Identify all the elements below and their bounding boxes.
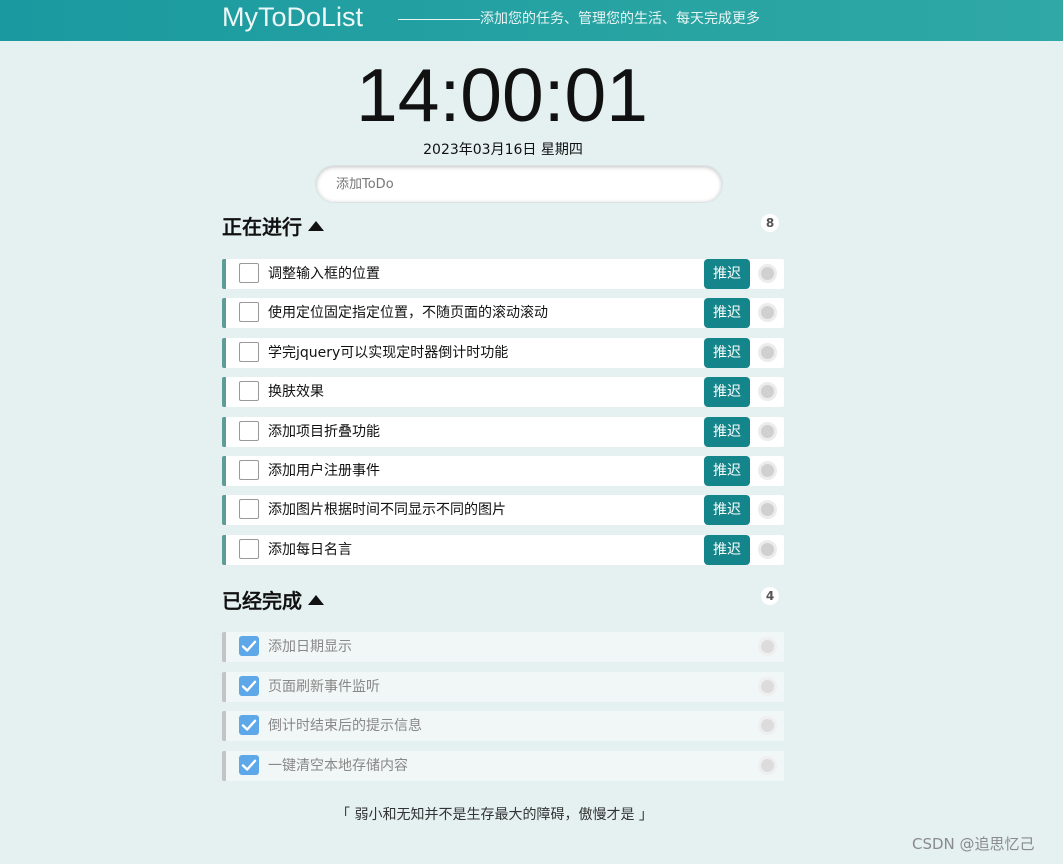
- todo-text[interactable]: 添加图片根据时间不同显示不同的图片: [268, 495, 506, 525]
- delete-icon[interactable]: [758, 500, 777, 519]
- todo-checkbox[interactable]: [239, 421, 259, 441]
- postpone-button[interactable]: 推迟: [704, 298, 750, 328]
- todo-item: 换肤效果 推迟: [222, 377, 784, 407]
- postpone-button[interactable]: 推迟: [704, 456, 750, 486]
- todo-checkbox[interactable]: [239, 539, 259, 559]
- add-todo-input[interactable]: [315, 165, 723, 203]
- todo-item: 添加图片根据时间不同显示不同的图片 推迟: [222, 495, 784, 525]
- todo-item: 添加每日名言 推迟: [222, 535, 784, 565]
- delete-icon[interactable]: [758, 382, 777, 401]
- todo-checkbox[interactable]: [239, 499, 259, 519]
- postpone-button[interactable]: 推迟: [704, 417, 750, 447]
- todo-checkbox[interactable]: [239, 302, 259, 322]
- slogan-divider-line: [398, 19, 480, 20]
- done-item: 倒计时结束后的提示信息: [222, 711, 784, 741]
- todo-text[interactable]: 调整输入框的位置: [268, 259, 380, 289]
- todo-item: 调整输入框的位置 推迟: [222, 259, 784, 289]
- completed-header: 已经完成: [222, 586, 324, 616]
- checked-checkbox-icon[interactable]: [239, 755, 259, 775]
- done-text[interactable]: 页面刷新事件监听: [268, 672, 380, 702]
- todo-text[interactable]: 添加每日名言: [268, 535, 352, 565]
- done-text[interactable]: 添加日期显示: [268, 632, 352, 662]
- postpone-button[interactable]: 推迟: [704, 338, 750, 368]
- done-text[interactable]: 倒计时结束后的提示信息: [268, 711, 422, 741]
- checked-checkbox-icon[interactable]: [239, 676, 259, 696]
- checked-checkbox-icon[interactable]: [239, 636, 259, 656]
- clock-date: 2023年03月16日 星期四: [423, 142, 583, 158]
- completed-count-badge: 4: [761, 587, 779, 605]
- todo-checkbox[interactable]: [239, 263, 259, 283]
- todo-item: 学完jquery可以实现定时器倒计时功能 推迟: [222, 338, 784, 368]
- postpone-button[interactable]: 推迟: [704, 259, 750, 289]
- watermark: CSDN @追思忆己: [912, 835, 1035, 853]
- delete-icon[interactable]: [758, 716, 777, 735]
- delete-icon[interactable]: [758, 461, 777, 480]
- postpone-button[interactable]: 推迟: [704, 495, 750, 525]
- todo-text[interactable]: 使用定位固定指定位置，不随页面的滚动滚动: [268, 298, 548, 328]
- delete-icon[interactable]: [758, 756, 777, 775]
- todo-text[interactable]: 换肤效果: [268, 377, 324, 407]
- todo-checkbox[interactable]: [239, 381, 259, 401]
- delete-icon[interactable]: [758, 637, 777, 656]
- done-item: 一键清空本地存储内容: [222, 751, 784, 781]
- delete-icon[interactable]: [758, 677, 777, 696]
- postpone-button[interactable]: 推迟: [704, 377, 750, 407]
- checked-checkbox-icon[interactable]: [239, 715, 259, 735]
- completed-title: 已经完成: [222, 589, 302, 613]
- delete-icon[interactable]: [758, 303, 777, 322]
- done-item: 页面刷新事件监听: [222, 672, 784, 702]
- in-progress-header: 正在进行: [222, 212, 324, 242]
- todo-item: 添加用户注册事件 推迟: [222, 456, 784, 486]
- app-header: MyToDoList 添加您的任务、管理您的生活、每天完成更多: [0, 0, 1063, 41]
- todo-item: 添加项目折叠功能 推迟: [222, 417, 784, 447]
- todo-item: 使用定位固定指定位置，不随页面的滚动滚动 推迟: [222, 298, 784, 328]
- collapse-toggle-icon[interactable]: [308, 595, 324, 605]
- collapse-toggle-icon[interactable]: [308, 221, 324, 231]
- app-slogan: 添加您的任务、管理您的生活、每天完成更多: [480, 11, 760, 27]
- delete-icon[interactable]: [758, 264, 777, 283]
- todo-checkbox[interactable]: [239, 342, 259, 362]
- done-item: 添加日期显示: [222, 632, 784, 662]
- app-logo[interactable]: MyToDoList: [222, 0, 363, 36]
- delete-icon[interactable]: [758, 422, 777, 441]
- clock-time: 14:00:01: [356, 53, 648, 137]
- postpone-button[interactable]: 推迟: [704, 535, 750, 565]
- todo-checkbox[interactable]: [239, 460, 259, 480]
- in-progress-count-badge: 8: [761, 214, 779, 232]
- todo-text[interactable]: 添加项目折叠功能: [268, 417, 380, 447]
- in-progress-title: 正在进行: [222, 215, 302, 239]
- delete-icon[interactable]: [758, 540, 777, 559]
- done-text[interactable]: 一键清空本地存储内容: [268, 751, 408, 781]
- todo-text[interactable]: 添加用户注册事件: [268, 456, 380, 486]
- daily-quote: 「 弱小和无知并不是生存最大的障碍，傲慢才是 」: [336, 807, 653, 823]
- todo-text[interactable]: 学完jquery可以实现定时器倒计时功能: [268, 338, 508, 368]
- delete-icon[interactable]: [758, 343, 777, 362]
